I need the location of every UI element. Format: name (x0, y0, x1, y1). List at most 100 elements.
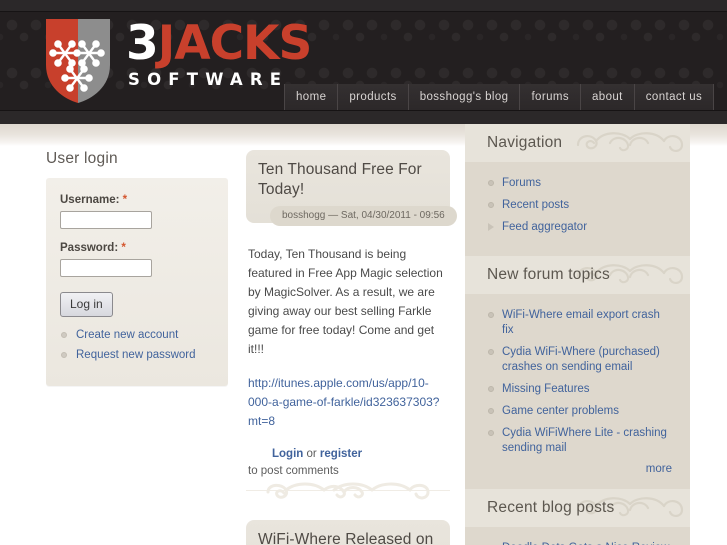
post-body-link-paragraph: http://itunes.apple.com/us/app/10-000-a-… (248, 374, 448, 431)
post-divider (246, 482, 450, 514)
post-body: Today, Ten Thousand is being featured in… (246, 223, 450, 480)
forum-topic-link-5[interactable]: Cydia WiFiWhere Lite - crashing sending … (502, 427, 667, 454)
nav-item-about[interactable]: about (581, 84, 635, 110)
bullet-dot-icon (488, 202, 494, 208)
nav-link-recent-posts[interactable]: Recent posts (502, 199, 569, 211)
right-sidebar: Navigation Forums Recent posts Feed aggr… (465, 124, 690, 545)
page-body: Navigation Forums Recent posts Feed aggr… (0, 124, 727, 545)
list-item[interactable]: Cydia WiFi-Where (purchased) crashes on … (487, 345, 674, 375)
blog-post-wifi-where-cydia: WiFi-Where Released on Cydia codemonkey5… (246, 520, 450, 545)
forum-topic-link-4[interactable]: Game center problems (502, 405, 619, 417)
sidebar-block-title-navigation: Navigation (487, 134, 563, 151)
itunes-app-link[interactable]: http://itunes.apple.com/us/app/10-000-a-… (248, 376, 439, 428)
bullet-dot-icon (61, 352, 67, 358)
sidebar-block-header: New forum topics (465, 256, 690, 294)
header-bottom-bar (0, 110, 727, 124)
list-item[interactable]: Missing Features (487, 382, 674, 397)
nav-link-forums[interactable]: Forums (502, 177, 541, 189)
sidebar-block-body: Doodle Dots Gets a Nice Review from Free… (465, 527, 690, 545)
sidebar-block-recent-blog-posts: Recent blog posts Doo (465, 489, 690, 545)
list-item[interactable]: Forums (487, 176, 674, 191)
logo-text-group: 3JACKS SOFTWARE (126, 17, 312, 90)
more-link[interactable]: more (646, 463, 672, 475)
logo-word-jacks: JACKS (157, 16, 313, 71)
nav-item-bosshoggs-blog[interactable]: bosshogg's blog (408, 84, 521, 110)
post-header: Ten Thousand Free For Today! bosshogg — … (246, 150, 457, 226)
password-input[interactable] (60, 259, 152, 277)
sidebar-block-title-recent-blog-posts: Recent blog posts (487, 499, 615, 516)
forum-topic-list: WiFi-Where email export crash fix Cydia … (487, 308, 674, 456)
login-link[interactable]: Login (272, 448, 303, 460)
list-item[interactable]: Doodle Dots Gets a Nice Review from Free… (487, 541, 674, 545)
logo-word-3: 3 (126, 16, 159, 71)
username-label: Username: * (60, 194, 214, 206)
comment-post-text: to post comments (248, 465, 339, 477)
header-top-bar (0, 0, 727, 12)
post-title[interactable]: Ten Thousand Free For Today! (258, 160, 438, 200)
list-item[interactable]: Recent posts (487, 198, 674, 213)
required-marker-icon: * (122, 194, 128, 206)
site-logo[interactable]: 3JACKS SOFTWARE (44, 17, 312, 105)
bullet-dot-icon (488, 386, 494, 392)
sidebar-block-body: WiFi-Where email export crash fix Cydia … (465, 294, 690, 489)
sidebar-block-header: Navigation (465, 124, 690, 162)
password-label: Password: * (60, 242, 214, 254)
post-submitted-byline: bosshogg — Sat, 04/30/2011 - 09:56 (270, 206, 457, 226)
bullet-dot-icon (488, 180, 494, 186)
nav-link-feed-aggregator[interactable]: Feed aggregator (502, 221, 587, 233)
page-title-user-login: User login (46, 150, 118, 167)
create-new-account-link[interactable]: Create new account (76, 329, 178, 341)
logo-wordmark: 3JACKS (126, 20, 312, 68)
site-header: 3JACKS SOFTWARE home products bosshogg's… (0, 0, 727, 124)
bullet-dot-icon (488, 430, 494, 436)
bullet-dot-icon (488, 312, 494, 318)
sidebar-block-title-new-forum-topics: New forum topics (487, 266, 610, 283)
bullet-arrow-icon (488, 223, 494, 231)
nav-item-products[interactable]: products (338, 84, 409, 110)
flourish-ornament-icon (576, 132, 684, 152)
comment-login-line: Login or register (248, 446, 448, 463)
main-navigation[interactable]: home products bosshogg's blog forums abo… (284, 84, 715, 110)
content-wrapper: Navigation Forums Recent posts Feed aggr… (0, 124, 727, 545)
nav-item-forums[interactable]: forums (520, 84, 581, 110)
sidebar-block-body: Forums Recent posts Feed aggregator (465, 162, 690, 256)
login-helper-links: Create new account Request new password (60, 328, 214, 362)
user-login-form: Username: * Password: * Log in Create ne… (46, 178, 228, 386)
bullet-dot-icon (488, 349, 494, 355)
or-separator: or (303, 448, 320, 460)
sidebar-block-new-forum-topics: New forum topics WiFi-Where email export… (465, 256, 690, 489)
blog-post-ten-thousand-free: Ten Thousand Free For Today! bosshogg — … (246, 150, 457, 480)
flourish-divider-icon (266, 482, 430, 500)
nav-item-contact-us[interactable]: contact us (634, 84, 715, 110)
post-comment-prompt: Login or register to post comments (248, 446, 448, 480)
required-marker-icon: * (121, 242, 126, 254)
post-title[interactable]: WiFi-Where Released on Cydia (258, 530, 438, 545)
post-header: WiFi-Where Released on Cydia codemonkey5… (246, 520, 450, 545)
username-label-text: Username: (60, 194, 120, 206)
bullet-dot-icon (488, 408, 494, 414)
list-item[interactable]: WiFi-Where email export crash fix (487, 308, 674, 338)
password-label-text: Password: (60, 242, 119, 254)
request-new-password-link[interactable]: Request new password (76, 349, 196, 361)
forum-topics-more[interactable]: more (487, 463, 674, 475)
register-link[interactable]: register (320, 448, 362, 460)
left-sidebar: User login Username: * Password: * Log i… (46, 150, 228, 386)
main-content: Ten Thousand Free For Today! bosshogg — … (246, 150, 457, 545)
post-body-paragraph: Today, Ten Thousand is being featured in… (248, 247, 443, 356)
list-item[interactable]: Request new password (60, 348, 214, 362)
list-item[interactable]: Create new account (60, 328, 214, 342)
nav-item-home[interactable]: home (285, 84, 339, 110)
recent-blog-post-list: Doodle Dots Gets a Nice Review from Free… (487, 541, 674, 545)
list-item[interactable]: Game center problems (487, 404, 674, 419)
list-item[interactable]: Feed aggregator (487, 220, 674, 235)
forum-topic-link-1[interactable]: WiFi-Where email export crash fix (502, 309, 660, 336)
sidebar-block-navigation: Navigation Forums Recent posts Feed aggr… (465, 124, 690, 256)
list-item[interactable]: Cydia WiFiWhere Lite - crashing sending … (487, 426, 674, 456)
forum-topic-link-2[interactable]: Cydia WiFi-Where (purchased) crashes on … (502, 346, 660, 373)
log-in-button[interactable]: Log in (60, 292, 113, 317)
sidebar-block-header: Recent blog posts (465, 489, 690, 527)
forum-topic-link-3[interactable]: Missing Features (502, 383, 590, 395)
bullet-dot-icon (61, 332, 67, 338)
navigation-link-list: Forums Recent posts Feed aggregator (487, 176, 674, 235)
username-input[interactable] (60, 211, 152, 229)
